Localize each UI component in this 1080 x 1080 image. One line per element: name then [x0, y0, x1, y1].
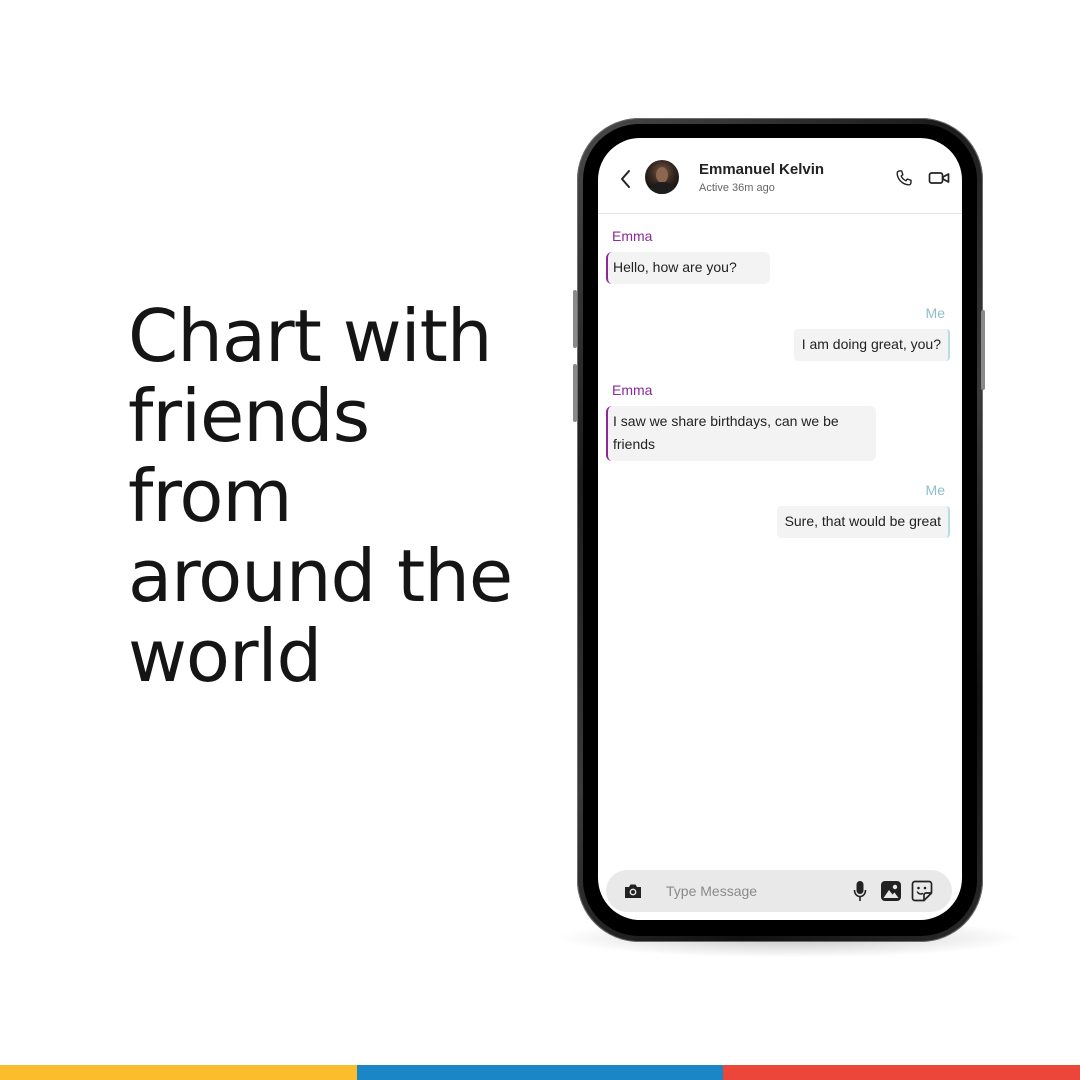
video-camera-icon[interactable]: [928, 170, 950, 186]
avatar-face: [656, 167, 668, 183]
headline: Chart with friends from around the world: [128, 296, 558, 696]
phone-screen: Emmanuel Kelvin Active 36m ago Emma Hell…: [598, 138, 962, 920]
headline-line: around the: [128, 534, 513, 618]
headline-line: friends: [128, 374, 370, 458]
message-bubble-incoming[interactable]: I saw we share birthdays, can we be frie…: [606, 406, 876, 461]
stripe-blue: [357, 1065, 723, 1080]
phone-icon[interactable]: [894, 168, 914, 188]
message-bubble-outgoing[interactable]: I am doing great, you?: [793, 329, 950, 361]
page: Chart with friends from around the world…: [0, 0, 1080, 1080]
message-input-bar: [606, 870, 952, 912]
stripe-red: [723, 1065, 1080, 1080]
message-sender: Emma: [612, 228, 653, 244]
contact-name[interactable]: Emmanuel Kelvin: [699, 161, 824, 178]
message-bubble-outgoing[interactable]: Sure, that would be great: [776, 506, 950, 538]
avatar[interactable]: [645, 160, 679, 194]
headline-line: world: [128, 614, 322, 698]
headline-line: Chart with: [128, 294, 493, 378]
message-bubble-incoming[interactable]: Hello, how are you?: [606, 252, 770, 284]
phone-power-button: [981, 310, 985, 390]
message-sender: Emma: [612, 382, 653, 398]
contact-status: Active 36m ago: [699, 182, 775, 194]
sticker-icon[interactable]: [911, 880, 933, 902]
stripe-yellow: [0, 1065, 357, 1080]
phone-side-button: [573, 290, 577, 348]
chat-header: Emmanuel Kelvin Active 36m ago: [598, 138, 962, 214]
chevron-left-icon[interactable]: [618, 168, 634, 190]
message-sender: Me: [925, 482, 945, 498]
gallery-icon[interactable]: [880, 880, 902, 902]
microphone-icon[interactable]: [853, 880, 867, 902]
message-input[interactable]: [662, 878, 840, 904]
avatar-body: [649, 182, 675, 194]
headline-line: from: [128, 454, 293, 538]
phone-side-button: [573, 364, 577, 422]
message-sender: Me: [925, 305, 945, 321]
color-stripe: [0, 1065, 1080, 1080]
camera-icon[interactable]: [623, 882, 643, 900]
